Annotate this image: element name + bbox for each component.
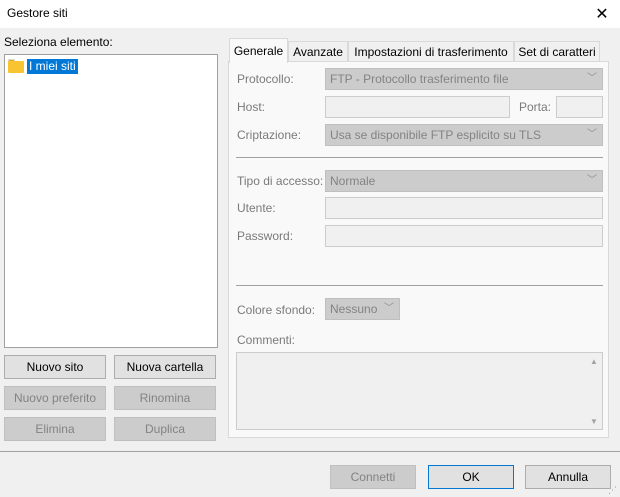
new-folder-button[interactable]: Nuova cartella xyxy=(114,355,216,379)
duplicate-button[interactable]: Duplica xyxy=(114,417,216,441)
new-site-button[interactable]: Nuovo sito xyxy=(4,355,106,379)
connect-button[interactable]: Connetti xyxy=(330,465,416,489)
protocol-dropdown[interactable]: FTP - Protocollo trasferimento file ﹀ xyxy=(325,68,603,90)
comments-textarea[interactable]: ▲ ▼ xyxy=(236,352,603,430)
host-input[interactable] xyxy=(325,96,510,118)
encryption-label: Criptazione: xyxy=(237,128,302,142)
window-title: Gestore siti xyxy=(7,6,68,20)
background-color-label: Colore sfondo: xyxy=(237,303,316,317)
ok-button[interactable]: OK xyxy=(428,465,514,489)
chevron-down-icon: ﹀ xyxy=(587,175,597,186)
password-input[interactable] xyxy=(325,225,603,247)
site-manager-dialog: Gestore siti ✕ Seleziona elemento: I mie… xyxy=(0,0,620,497)
tab-transfer-settings[interactable]: Impostazioni di trasferimento xyxy=(348,41,514,62)
separator xyxy=(236,285,603,286)
protocol-value: FTP - Protocollo trasferimento file xyxy=(330,72,509,86)
background-color-dropdown[interactable]: Nessuno ﹀ xyxy=(325,298,400,320)
protocol-label: Protocollo: xyxy=(237,72,294,86)
logon-type-dropdown[interactable]: Normale ﹀ xyxy=(325,170,603,192)
password-label: Password: xyxy=(237,229,294,243)
close-icon[interactable]: ✕ xyxy=(592,4,612,24)
chevron-down-icon: ﹀ xyxy=(384,303,394,314)
background-color-value: Nessuno xyxy=(330,302,378,316)
tree-item-label: I miei siti xyxy=(27,58,78,74)
new-bookmark-button[interactable]: Nuovo preferito xyxy=(4,386,106,410)
encryption-value: Usa se disponibile FTP esplicito su TLS xyxy=(330,128,541,142)
chevron-down-icon: ﹀ xyxy=(587,129,597,140)
separator xyxy=(236,157,603,158)
logon-type-value: Normale xyxy=(330,174,376,188)
tree-item-my-sites[interactable]: I miei siti xyxy=(8,58,78,74)
scroll-up-icon[interactable]: ▲ xyxy=(586,353,602,369)
tab-charset[interactable]: Set di caratteri xyxy=(514,41,600,62)
delete-button[interactable]: Elimina xyxy=(4,417,106,441)
select-entry-label: Seleziona elemento: xyxy=(4,35,113,49)
footer-separator xyxy=(0,451,620,452)
resize-grip-icon[interactable]: ⋰ xyxy=(608,485,618,495)
comments-label: Commenti: xyxy=(237,333,296,347)
tab-general[interactable]: Generale xyxy=(229,38,288,63)
logon-type-label: Tipo di accesso: xyxy=(237,174,324,188)
encryption-dropdown[interactable]: Usa se disponibile FTP esplicito su TLS … xyxy=(325,124,603,146)
folder-icon xyxy=(8,59,24,73)
scroll-down-icon[interactable]: ▼ xyxy=(586,413,602,429)
tab-advanced[interactable]: Avanzate xyxy=(288,41,348,62)
site-tree[interactable]: I miei siti xyxy=(4,54,218,348)
user-input[interactable] xyxy=(325,197,603,219)
port-label: Porta: xyxy=(519,100,552,114)
comments-scrollbar[interactable]: ▲ ▼ xyxy=(586,353,602,429)
title-bar: Gestore siti ✕ xyxy=(0,0,620,28)
rename-button[interactable]: Rinomina xyxy=(114,386,216,410)
chevron-down-icon: ﹀ xyxy=(587,73,597,84)
cancel-button[interactable]: Annulla xyxy=(525,465,611,489)
port-input[interactable] xyxy=(556,96,603,118)
user-label: Utente: xyxy=(237,201,276,215)
host-label: Host: xyxy=(237,100,266,114)
